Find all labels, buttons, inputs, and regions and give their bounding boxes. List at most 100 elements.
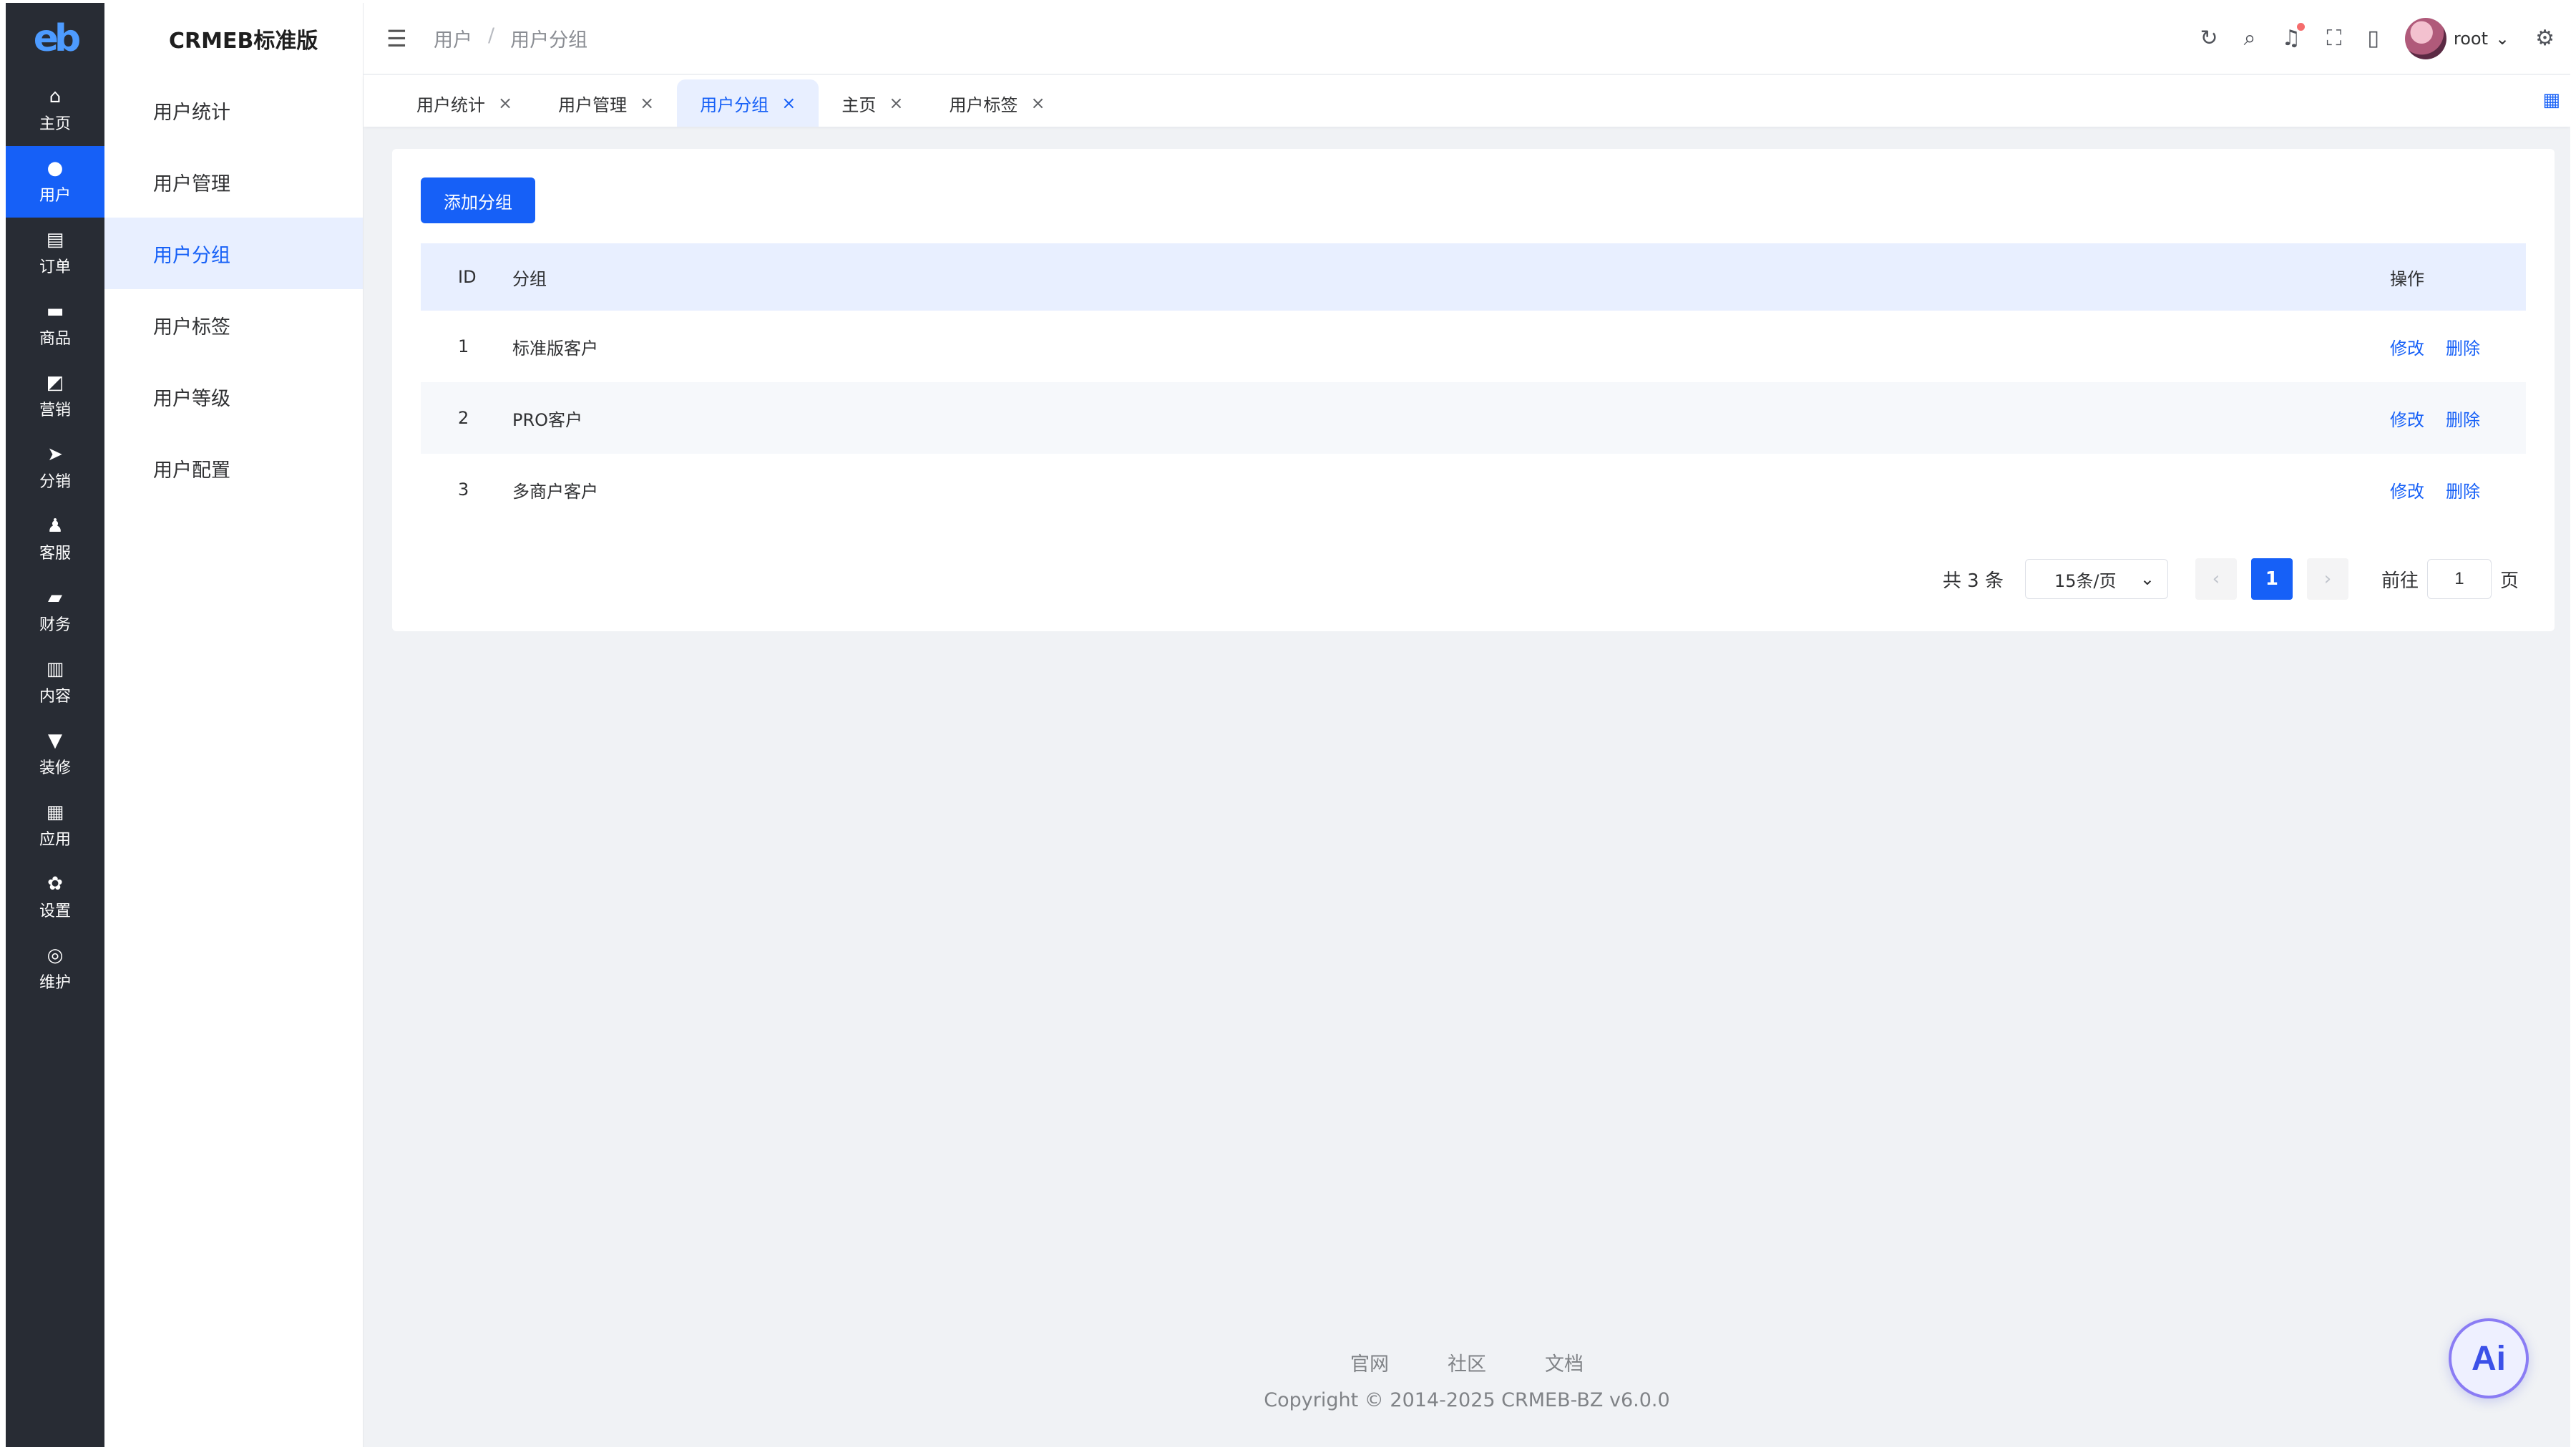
fullscreen-icon[interactable]: ⛶	[2326, 26, 2341, 51]
delete-link[interactable]: 删除	[2446, 477, 2480, 502]
tabs-bar: 用户统计 × 用户管理 × 用户分组 × 主页 × 用户标签 × ▦	[364, 75, 2570, 127]
close-icon[interactable]: ×	[640, 93, 654, 113]
copyright-text: Copyright © 2014-2025 CRMEB-BZ v6.0.0	[1264, 1389, 1670, 1411]
rail-item[interactable]: ✿ 设置	[6, 862, 104, 933]
tab[interactable]: 主页 ×	[819, 79, 926, 127]
cell-id: 1	[458, 336, 469, 356]
rail-item[interactable]: ➤ 分销	[6, 432, 104, 504]
column-header-actions: 操作	[2390, 268, 2424, 289]
app-logo[interactable]: eb	[6, 3, 104, 74]
breadcrumb-item: 用户分组	[510, 29, 588, 52]
menu-fold-icon[interactable]: ☰	[386, 25, 416, 52]
user-dropdown[interactable]: root ⌄	[2404, 17, 2509, 59]
close-icon[interactable]: ×	[498, 93, 512, 113]
goto-page-input[interactable]	[2426, 559, 2492, 599]
close-icon[interactable]: ×	[781, 93, 796, 113]
rail-item-label: 订单	[39, 258, 71, 276]
submenu-item[interactable]: 用户统计	[104, 74, 363, 146]
ai-assistant-button[interactable]: Ai	[2449, 1318, 2529, 1398]
rail-item[interactable]: ● 用户	[6, 146, 104, 218]
content-icon: ▥	[46, 658, 64, 680]
submenu-item[interactable]: 用户分组	[104, 218, 363, 289]
search-icon[interactable]: ⌕	[2244, 26, 2256, 51]
tab[interactable]: 用户标签 ×	[926, 79, 1068, 127]
tab-label: 用户分组	[700, 94, 769, 115]
cell-actions: 修改 删除	[2390, 334, 2526, 359]
page-size-value: 15条/页	[2054, 570, 2117, 591]
cell-actions: 修改 删除	[2390, 477, 2526, 502]
column-header-group: 分组	[512, 268, 547, 289]
rail-item-label: 应用	[39, 831, 71, 849]
rail-item-label: 主页	[39, 115, 71, 133]
rail-item[interactable]: ▦ 应用	[6, 790, 104, 862]
cell-group-name: 标准版客户	[512, 338, 598, 359]
footer-links: 官网 社区 文档	[364, 1348, 2570, 1376]
footer-link-website[interactable]: 官网	[1350, 1348, 1389, 1376]
app-frame: eb ⌂ 主页 ● 用户 ▤ 订单 ▬ 商品 ◩ 营销 ➤ 分销 ♟ 客服 ▰ 财务 ▥ 内容 ▼ 装修 ▦ 应用 ✿ 设置 ◎…	[6, 3, 2570, 1447]
rail-item[interactable]: ▼ 装修	[6, 719, 104, 790]
breadcrumb-separator: /	[488, 24, 495, 47]
cell-group-name: 多商户客户	[512, 481, 598, 502]
rail-item-label: 财务	[39, 616, 71, 634]
add-group-button[interactable]: 添加分组	[421, 177, 535, 223]
mobile-preview-icon[interactable]: ▯	[2367, 26, 2379, 51]
chevron-down-icon: ⌄	[2140, 569, 2155, 589]
header-tools: ↻ ⌕ ♫ ⛶ ▯ root ⌄ ⚙	[2200, 17, 2570, 59]
delete-link[interactable]: 删除	[2446, 406, 2480, 431]
tab[interactable]: 用户分组 ×	[677, 79, 819, 127]
rail-item[interactable]: ⌂ 主页	[6, 74, 104, 146]
rail-item[interactable]: ▰ 财务	[6, 575, 104, 647]
top-header: ☰ 用户 / 用户分组 ↻ ⌕ ♫ ⛶ ▯ root ⌄ ⚙	[364, 3, 2570, 74]
submenu-item[interactable]: 用户管理	[104, 146, 363, 218]
notification-bell-icon[interactable]: ♫	[2281, 23, 2306, 51]
table-row: 3 多商户客户 修改 删除	[421, 454, 2526, 525]
table-row: 1 标准版客户 修改 删除	[421, 311, 2526, 382]
close-icon[interactable]: ×	[1030, 93, 1045, 113]
rail-item[interactable]: ♟ 客服	[6, 504, 104, 575]
column-header-id: ID	[458, 267, 477, 287]
close-icon[interactable]: ×	[889, 93, 903, 113]
username: root	[2453, 28, 2488, 49]
rail-item-label: 装修	[39, 759, 71, 777]
breadcrumb: 用户 / 用户分组	[434, 24, 587, 52]
submenu-item[interactable]: 用户等级	[104, 361, 363, 432]
tab[interactable]: 用户统计 ×	[394, 79, 535, 127]
rail-item[interactable]: ◎ 维护	[6, 933, 104, 1005]
submenu-item[interactable]: 用户标签	[104, 289, 363, 361]
edit-link[interactable]: 修改	[2390, 477, 2424, 502]
goto-suffix: 页	[2499, 570, 2519, 592]
prev-page-button[interactable]: ‹	[2195, 558, 2237, 600]
tab[interactable]: 用户管理 ×	[535, 79, 677, 127]
goto-prefix: 前往	[2381, 570, 2419, 592]
rail-item-label: 客服	[39, 545, 71, 563]
home-icon: ⌂	[49, 86, 62, 107]
rail-item[interactable]: ▬ 商品	[6, 289, 104, 361]
edit-link[interactable]: 修改	[2390, 406, 2424, 431]
rail-item-label: 设置	[39, 902, 71, 920]
refresh-icon[interactable]: ↻	[2200, 26, 2218, 51]
maintain-icon: ◎	[47, 945, 64, 966]
page-size-select[interactable]: 15条/页 ⌄	[2024, 559, 2168, 599]
rail-item-label: 营销	[39, 402, 71, 419]
rail-item[interactable]: ◩ 营销	[6, 361, 104, 432]
page-jumper: 前往 页	[2381, 559, 2519, 599]
breadcrumb-item[interactable]: 用户	[434, 24, 472, 52]
user-icon: ●	[47, 157, 64, 179]
next-page-button[interactable]: ›	[2306, 558, 2348, 600]
tabs-menu-icon[interactable]: ▦	[2542, 89, 2560, 111]
footer-link-community[interactable]: 社区	[1448, 1348, 1486, 1376]
table-row: 2 PRO客户 修改 删除	[421, 382, 2526, 454]
service-icon: ♟	[47, 515, 64, 537]
rail-item[interactable]: ▥ 内容	[6, 647, 104, 719]
submenu-item[interactable]: 用户配置	[104, 432, 363, 504]
rail-item-label: 内容	[39, 688, 71, 706]
page-number-button[interactable]: 1	[2250, 558, 2293, 600]
content-card: 添加分组 ID 分组 操作 1 标准版客户 修改 删除 2 PRO客户 修改 删除 3 多商户客户…	[392, 149, 2555, 631]
footer-link-docs[interactable]: 文档	[1545, 1348, 1584, 1376]
gear-icon[interactable]: ⚙	[2535, 26, 2555, 51]
main-nav-rail: eb ⌂ 主页 ● 用户 ▤ 订单 ▬ 商品 ◩ 营销 ➤ 分销 ♟ 客服 ▰ 财务 ▥ 内容 ▼ 装修 ▦ 应用 ✿ 设置 ◎…	[6, 3, 104, 1447]
delete-link[interactable]: 删除	[2446, 334, 2480, 359]
edit-link[interactable]: 修改	[2390, 334, 2424, 359]
rail-item-label: 分销	[39, 473, 71, 491]
rail-item[interactable]: ▤ 订单	[6, 218, 104, 289]
